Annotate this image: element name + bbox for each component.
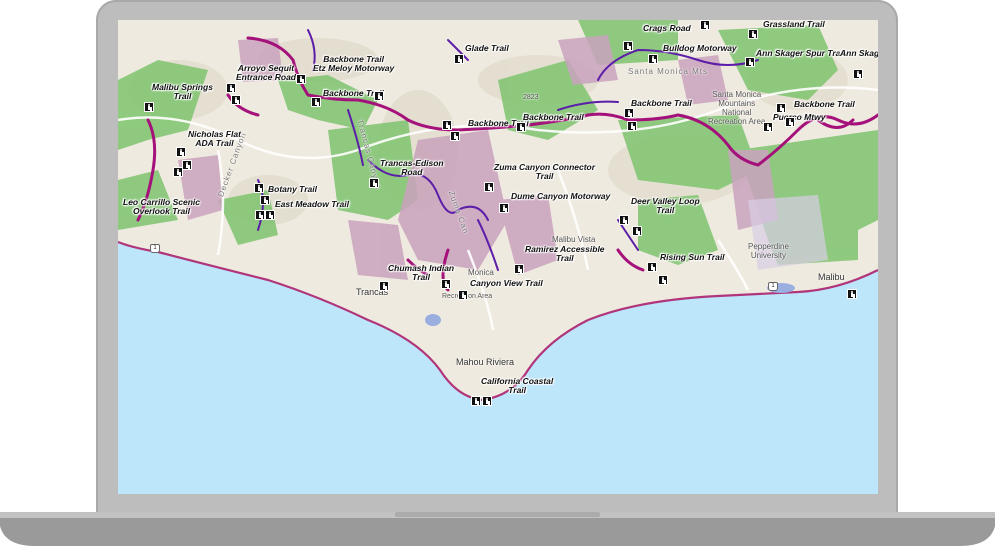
hiker-icon[interactable] bbox=[748, 29, 758, 39]
trail-label[interactable]: Nicholas Flat ADA Trail bbox=[188, 130, 241, 148]
trail-label[interactable]: East Meadow Trail bbox=[275, 200, 349, 209]
hiker-icon[interactable] bbox=[484, 182, 494, 192]
trail-label[interactable]: Crags Road bbox=[643, 24, 691, 33]
hiker-icon[interactable] bbox=[471, 396, 481, 406]
hiker-icon[interactable] bbox=[296, 74, 306, 84]
place-label: Malibu bbox=[818, 272, 845, 282]
place-label: Monica bbox=[468, 268, 494, 277]
hiker-icon[interactable] bbox=[441, 279, 451, 289]
hiker-icon[interactable] bbox=[647, 262, 657, 272]
trail-label[interactable]: Malibu Springs Trail bbox=[152, 83, 213, 101]
hiker-icon[interactable] bbox=[516, 122, 526, 132]
hiker-icon[interactable] bbox=[623, 41, 633, 51]
trail-label[interactable]: Grassland Trail bbox=[763, 20, 825, 29]
hiker-icon[interactable] bbox=[144, 102, 154, 112]
hiker-icon[interactable] bbox=[648, 54, 658, 64]
hiker-icon[interactable] bbox=[627, 121, 637, 131]
hiker-icon[interactable] bbox=[776, 103, 786, 113]
trail-label[interactable]: Deer Valley Loop Trail bbox=[631, 197, 700, 215]
trail-label[interactable]: Glade Trail bbox=[465, 44, 509, 53]
hiker-icon[interactable] bbox=[763, 122, 773, 132]
trail-label[interactable]: Leo Carrillo Scenic Overlook Trail bbox=[123, 198, 200, 216]
hiker-icon[interactable] bbox=[632, 226, 642, 236]
trail-label[interactable]: Zuma Canyon Connector Trail bbox=[494, 163, 595, 181]
trail-label[interactable]: Puerco Mtwy bbox=[773, 113, 825, 122]
map-screen[interactable]: 1 1 Malibu Vista Pepperdine University M… bbox=[118, 20, 878, 494]
hiker-icon[interactable] bbox=[514, 264, 524, 274]
route-shield: 1 bbox=[768, 282, 778, 291]
hiker-icon[interactable] bbox=[260, 195, 270, 205]
trail-label[interactable]: Ann Skager bbox=[840, 49, 878, 58]
trail-label[interactable]: Botany Trail bbox=[268, 185, 317, 194]
hiker-icon[interactable] bbox=[700, 20, 710, 30]
trail-label[interactable]: Ramirez Accessible Trail bbox=[525, 245, 605, 263]
place-label: Malibu Vista bbox=[552, 235, 596, 244]
hiker-icon[interactable] bbox=[442, 120, 452, 130]
trail-label[interactable]: California Coastal Trail bbox=[481, 377, 553, 395]
hiker-icon[interactable] bbox=[745, 57, 755, 67]
place-label: Santa Monica Mountains National Recreati… bbox=[708, 90, 766, 126]
trail-label[interactable]: Backbone Trail bbox=[631, 99, 692, 108]
trail-label[interactable]: Ann Skager Spur Trail bbox=[756, 49, 845, 58]
hiker-icon[interactable] bbox=[499, 203, 509, 213]
hiker-icon[interactable] bbox=[482, 396, 492, 406]
trail-label[interactable]: Bulldog Motorway bbox=[663, 44, 737, 53]
hiker-icon[interactable] bbox=[226, 83, 236, 93]
trail-label[interactable]: Arroyo Sequit Entrance Road bbox=[236, 64, 296, 82]
hiker-icon[interactable] bbox=[624, 108, 634, 118]
hiker-icon[interactable] bbox=[369, 178, 379, 188]
hiker-icon[interactable] bbox=[231, 95, 241, 105]
hiker-icon[interactable] bbox=[450, 131, 460, 141]
hiker-icon[interactable] bbox=[458, 290, 468, 300]
hiker-icon[interactable] bbox=[265, 210, 275, 220]
place-label: Pepperdine University bbox=[748, 242, 789, 260]
hiker-icon[interactable] bbox=[853, 69, 863, 79]
place-label: Santa Monica Mts bbox=[628, 67, 709, 76]
hiker-icon[interactable] bbox=[785, 117, 795, 127]
hiker-icon[interactable] bbox=[374, 91, 384, 101]
hiker-icon[interactable] bbox=[847, 289, 857, 299]
hiker-icon[interactable] bbox=[619, 215, 629, 225]
trail-label[interactable]: Rising Sun Trail bbox=[660, 253, 725, 262]
trail-label[interactable]: Backbone Trail Etz Meloy Motorway bbox=[313, 55, 394, 73]
hiker-icon[interactable] bbox=[176, 147, 186, 157]
trail-label[interactable]: Dume Canyon Motorway bbox=[511, 192, 610, 201]
hiker-icon[interactable] bbox=[658, 275, 668, 285]
place-label: 2823 bbox=[523, 94, 539, 101]
trail-label[interactable]: Canyon View Trail bbox=[470, 279, 543, 288]
laptop-base bbox=[0, 512, 995, 546]
hiker-icon[interactable] bbox=[255, 210, 265, 220]
place-label: Mahou Riviera bbox=[456, 357, 515, 367]
hiker-icon[interactable] bbox=[182, 160, 192, 170]
trail-label[interactable]: Backbone Trail bbox=[523, 113, 584, 122]
hiker-icon[interactable] bbox=[379, 281, 389, 291]
hiker-icon[interactable] bbox=[311, 97, 321, 107]
hiker-icon[interactable] bbox=[173, 167, 183, 177]
hiker-icon[interactable] bbox=[254, 183, 264, 193]
trail-label[interactable]: Trancas-Edison Road bbox=[380, 159, 444, 177]
route-shield: 1 bbox=[150, 244, 160, 253]
hiker-icon[interactable] bbox=[454, 54, 464, 64]
trail-label[interactable]: Backbone Trail bbox=[794, 100, 855, 109]
